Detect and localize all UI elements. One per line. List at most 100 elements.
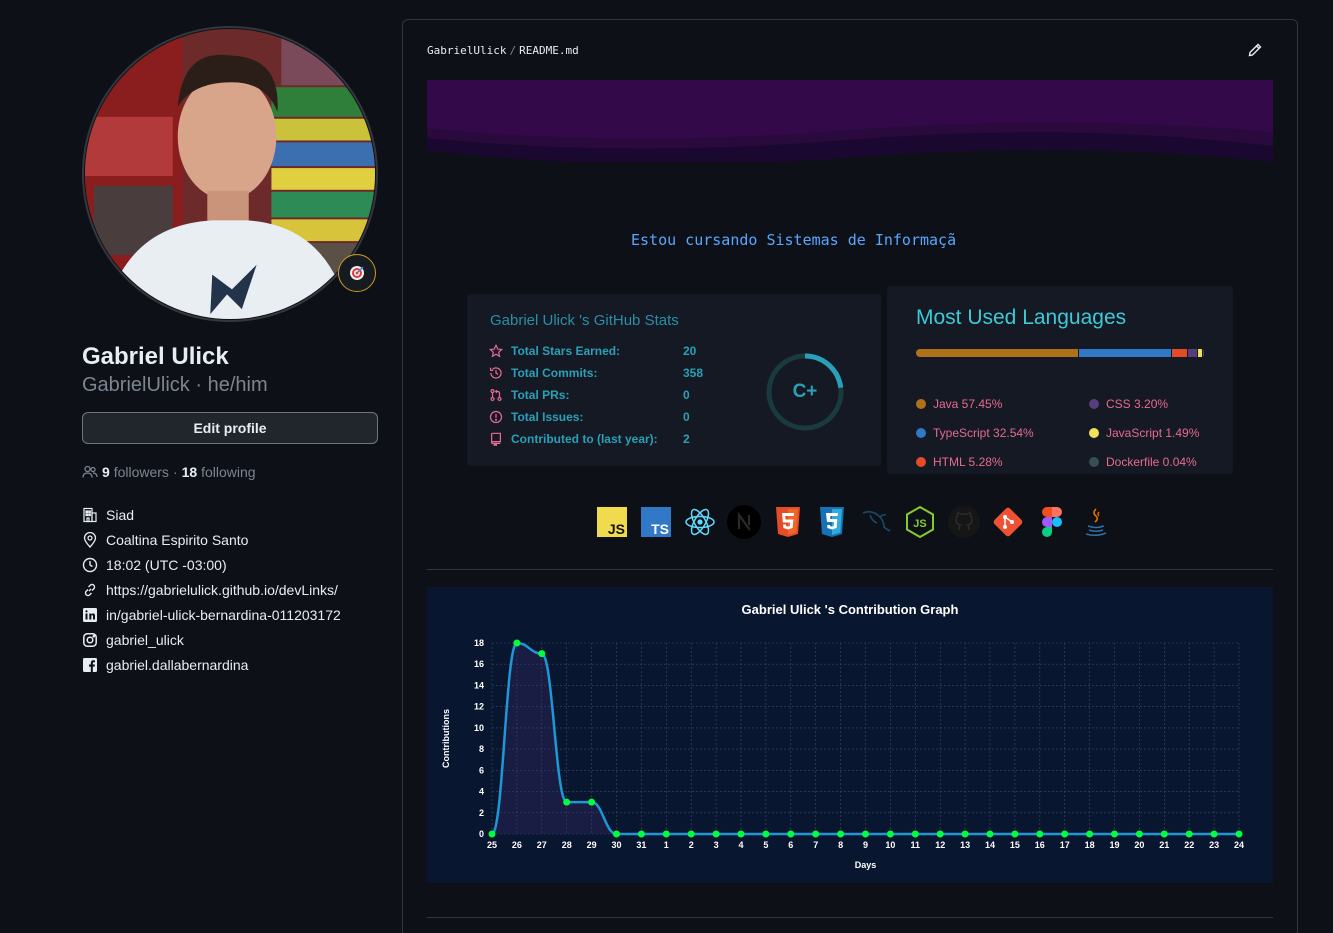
data-point[interactable] <box>662 830 670 838</box>
y-tick-label: 8 <box>479 744 484 754</box>
x-tick-label: 5 <box>763 840 768 850</box>
followers-link[interactable]: 9 followers <box>102 462 169 482</box>
data-point[interactable] <box>1011 830 1019 838</box>
data-point[interactable] <box>1185 830 1193 838</box>
separator-dot: · <box>195 374 208 396</box>
profile-username: GabrielUlick <box>82 374 190 396</box>
y-axis-title: Contributions <box>441 709 451 768</box>
language-color-dot <box>916 428 926 438</box>
profile-page: Gabriel Ulick GabrielUlick · he/him Edit… <box>0 0 1333 933</box>
stat-row-prs: Total PRs: 0 <box>489 386 690 404</box>
data-point[interactable] <box>986 830 994 838</box>
data-point[interactable] <box>862 830 869 838</box>
x-tick-label: 29 <box>587 840 597 850</box>
data-point[interactable] <box>1160 830 1168 838</box>
nodejs-icon: JS <box>902 504 937 539</box>
following-count: 18 <box>181 464 198 480</box>
detail-instagram[interactable]: gabriel_ulick <box>82 627 378 652</box>
x-tick-label: 3 <box>714 840 719 850</box>
data-point[interactable] <box>613 830 620 838</box>
language-label: TypeScript 32.54% <box>933 426 1034 440</box>
x-tick-label: 24 <box>1234 840 1244 850</box>
data-point[interactable] <box>737 830 745 838</box>
detail-facebook[interactable]: gabriel.dallabernardina <box>82 652 378 677</box>
stat-label: Total Issues: <box>511 410 584 424</box>
data-point[interactable] <box>1210 830 1218 838</box>
section-divider <box>427 569 1273 570</box>
data-point[interactable] <box>1111 830 1118 838</box>
svg-text:TS: TS <box>651 521 669 537</box>
pull-request-icon <box>489 388 503 402</box>
language-label: CSS 3.20% <box>1106 397 1169 411</box>
target-icon <box>350 266 364 280</box>
data-point[interactable] <box>712 830 720 838</box>
instagram-icon <box>82 632 98 648</box>
detail-organization-text: Siad <box>106 506 135 523</box>
data-point[interactable] <box>637 830 645 838</box>
data-point[interactable] <box>513 639 521 647</box>
stat-value: 20 <box>683 344 697 358</box>
data-point[interactable] <box>1061 830 1069 838</box>
data-point[interactable] <box>687 830 695 838</box>
language-label: JavaScript 1.49% <box>1106 426 1200 440</box>
typescript-icon: TS <box>638 504 673 539</box>
svg-text:JS: JS <box>607 521 624 537</box>
nextjs-icon <box>726 504 761 539</box>
data-point[interactable] <box>588 798 596 806</box>
location-icon <box>82 531 98 548</box>
linkedin-link[interactable]: in/gabriel-ulick-bernardina-011203172 <box>106 607 341 623</box>
language-label: Dockerfile 0.04% <box>1106 455 1197 469</box>
readme-filename: README.md <box>519 43 579 57</box>
x-tick-label: 4 <box>738 840 743 850</box>
x-tick-label: 25 <box>487 840 497 850</box>
instagram-link[interactable]: gabriel_ulick <box>106 632 184 648</box>
pencil-icon[interactable] <box>1247 42 1263 58</box>
figma-icon <box>1034 504 1069 539</box>
data-point[interactable] <box>1135 830 1143 838</box>
data-point[interactable] <box>1036 830 1044 838</box>
stat-value: 2 <box>683 432 690 446</box>
x-tick-label: 27 <box>537 840 547 850</box>
data-point[interactable] <box>936 830 944 838</box>
data-point[interactable] <box>812 830 820 838</box>
data-point[interactable] <box>787 830 795 838</box>
following-link[interactable]: 18 following <box>182 462 256 482</box>
stat-value: 0 <box>683 388 690 402</box>
java-icon <box>1078 504 1113 539</box>
language-color-dot <box>916 457 926 467</box>
data-point[interactable] <box>563 798 571 806</box>
profile-sidebar: Gabriel Ulick GabrielUlick · he/him Edit… <box>82 26 378 677</box>
detail-website[interactable]: https://gabrielulick.github.io/devLinks/ <box>82 577 378 602</box>
readme-breadcrumb: GabrielUlick / README.md <box>427 44 579 57</box>
avatar[interactable] <box>82 26 378 322</box>
data-point[interactable] <box>1235 830 1243 838</box>
data-point[interactable] <box>911 830 919 838</box>
data-point[interactable] <box>538 650 546 658</box>
x-axis-title: Days <box>855 860 877 870</box>
language-bar-segment <box>916 349 1079 357</box>
data-point[interactable] <box>488 830 496 838</box>
y-tick-label: 18 <box>474 638 484 648</box>
x-tick-label: 6 <box>788 840 793 850</box>
data-point[interactable] <box>1086 830 1094 838</box>
website-link[interactable]: https://gabrielulick.github.io/devLinks/ <box>106 582 338 598</box>
top-languages-card: Most Used Languages Java 57.45% TypeScri… <box>887 286 1233 474</box>
organization-icon <box>82 507 98 523</box>
y-tick-label: 10 <box>474 723 484 733</box>
x-tick-label: 16 <box>1035 840 1045 850</box>
language-bar-segment <box>1203 349 1204 357</box>
edit-profile-button[interactable]: Edit profile <box>82 412 378 444</box>
data-point[interactable] <box>961 830 969 838</box>
clock-icon <box>82 557 98 573</box>
follow-stats: 9 followers · 18 following <box>82 462 378 482</box>
detail-linkedin[interactable]: in/gabriel-ulick-bernardina-011203172 <box>82 602 378 627</box>
readme-owner-link[interactable]: GabrielUlick <box>427 44 506 57</box>
data-point[interactable] <box>886 830 894 838</box>
data-point[interactable] <box>837 830 845 838</box>
x-tick-label: 17 <box>1060 840 1070 850</box>
facebook-link[interactable]: gabriel.dallabernardina <box>106 657 248 673</box>
issue-icon <box>489 410 503 424</box>
data-point[interactable] <box>762 830 770 838</box>
status-emoji-badge[interactable] <box>338 254 376 292</box>
detail-location: Coaltina Espirito Santo <box>82 527 378 552</box>
